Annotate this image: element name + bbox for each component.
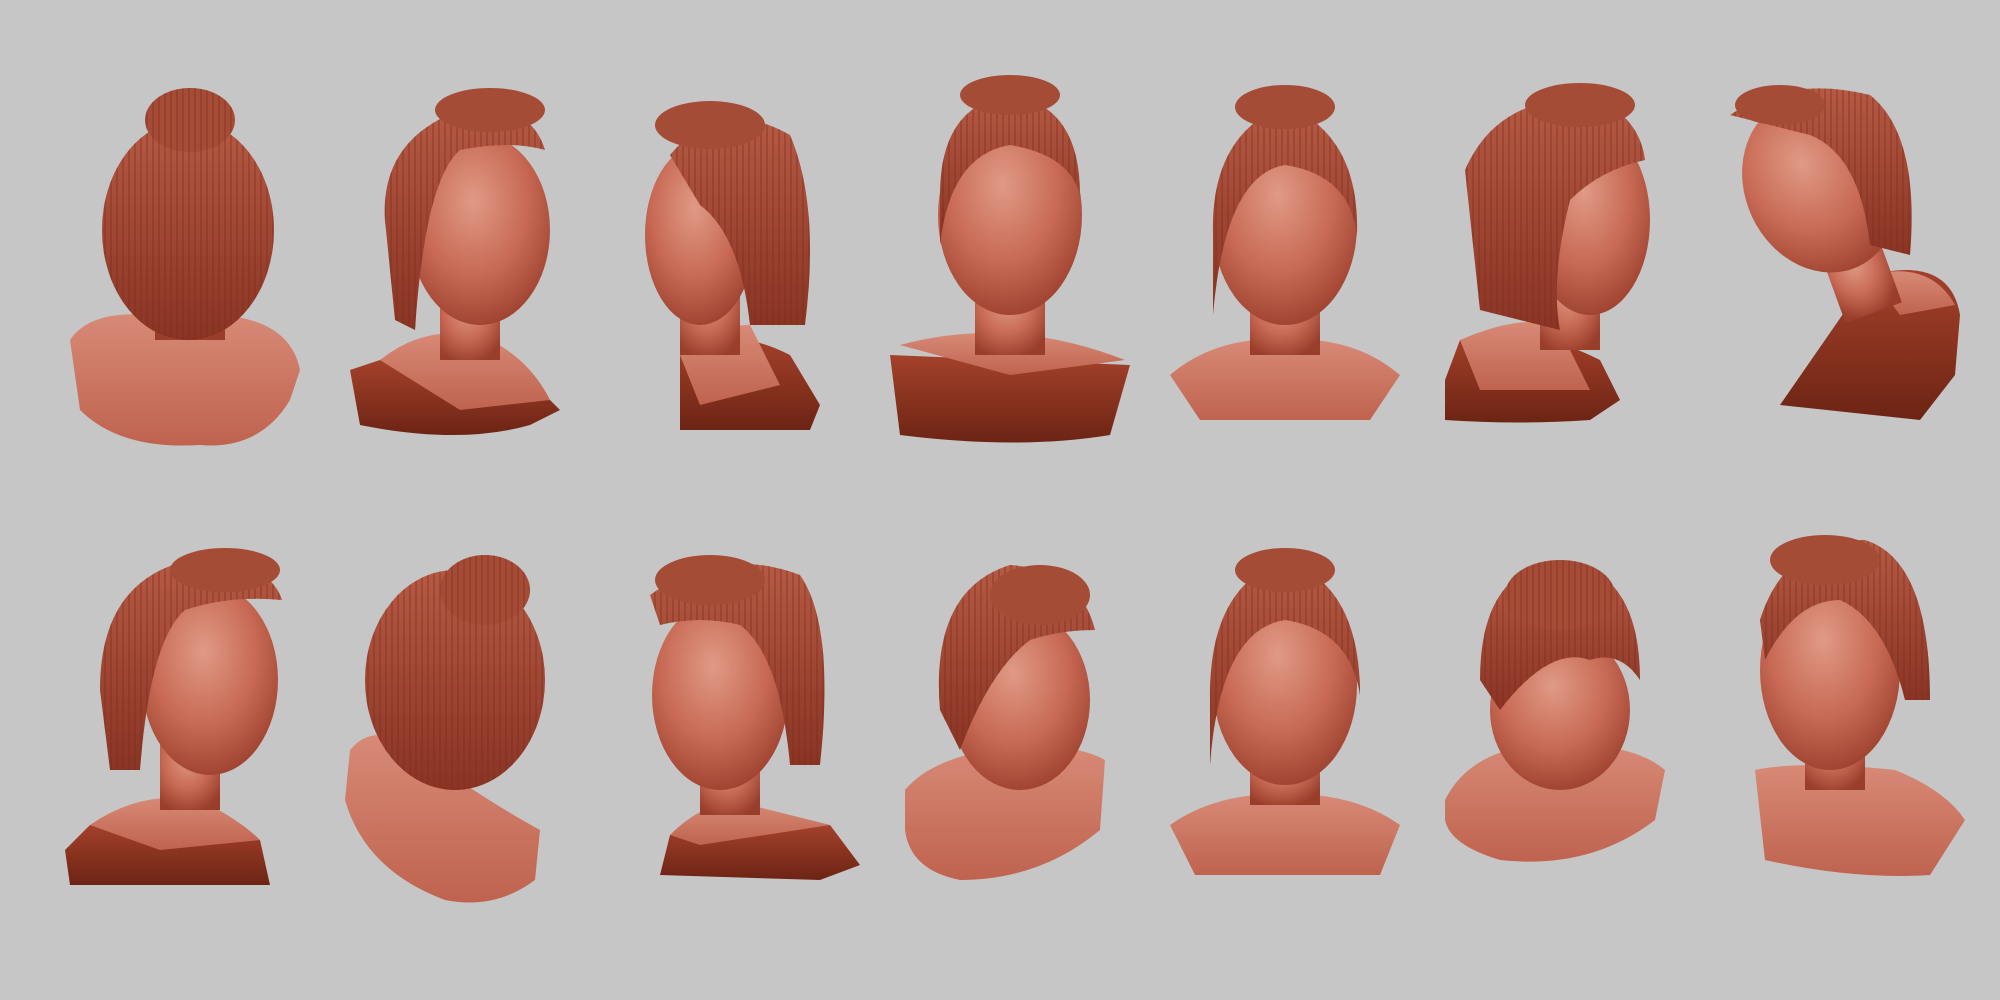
bust-top-down-row2 [1440,550,1680,870]
bust-profile-left [620,85,840,445]
bust-three-quarter-left-row2 [640,545,870,885]
bust-front-view [1165,85,1405,425]
render-canvas [0,0,2000,1000]
bust-three-quarter-back-right [1440,80,1670,430]
bust-three-quarter-right-row2 [60,540,290,890]
bust-back-view [60,80,310,460]
bust-top-down-right-row2 [900,550,1120,880]
bust-three-quarter-left-row2b [1745,530,1975,890]
bust-front-low-angle [880,75,1140,455]
bust-front-view-row2 [1165,545,1405,885]
bust-three-quarter-right [340,80,570,450]
bust-back-tilted-row2 [335,550,565,910]
bust-tilted-up-left [1720,75,1970,435]
